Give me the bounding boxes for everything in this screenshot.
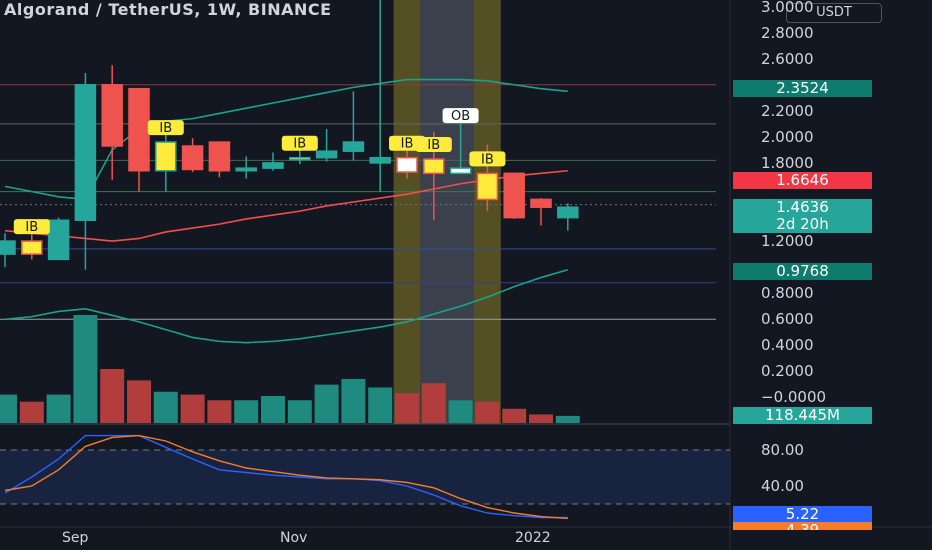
- price-tick-label: 0.4000: [761, 336, 814, 355]
- candle-body: [369, 156, 391, 164]
- price-tick-label: 2.8000: [761, 23, 814, 42]
- price-tick-label: 2.6000: [761, 49, 814, 68]
- ib-marker: IB: [147, 120, 184, 136]
- volume-bar: [314, 384, 339, 423]
- volume-bar: [395, 393, 419, 423]
- oscillator-tick-label: 80.00: [761, 441, 804, 459]
- candle-body: [530, 198, 552, 208]
- stoch-band-fill: [0, 450, 730, 504]
- last-price-label: 1.4636: [733, 199, 872, 216]
- volume-bar: [368, 387, 393, 423]
- highlight-range: [393, 0, 421, 424]
- candle-body: [235, 167, 257, 172]
- price-tick-label: 2.0000: [761, 127, 814, 146]
- oscillator-tick-label: 40.00: [761, 477, 804, 495]
- svg-text:IB: IB: [481, 152, 494, 167]
- candle-body: [476, 172, 499, 201]
- svg-text:IB: IB: [401, 137, 414, 152]
- candle-body: [21, 240, 43, 255]
- candle-body: [74, 84, 97, 221]
- volume-bar: [234, 400, 259, 423]
- price-tick-label: 3.0000: [761, 0, 814, 16]
- lower-band-label: 0.9768: [733, 263, 872, 280]
- volume-bar: [421, 383, 446, 423]
- candle-body: [289, 156, 311, 161]
- candle-body: [262, 162, 284, 169]
- candle-body: [423, 158, 445, 175]
- candle-body: [315, 150, 338, 159]
- volume-bar: [261, 396, 285, 423]
- highlight-range: [474, 0, 501, 424]
- volume-bar: [127, 380, 151, 423]
- symbol-title[interactable]: Algorand / TetherUS, 1W, BINANCE: [4, 0, 332, 19]
- time-tick-label: Sep: [62, 530, 89, 546]
- candle-body: [101, 84, 123, 147]
- svg-text:IB: IB: [25, 220, 38, 235]
- volume-bar: [555, 415, 580, 423]
- volume-bar: [502, 408, 527, 423]
- candle-body: [47, 219, 70, 261]
- stoch-d-label: 4.39: [733, 522, 872, 530]
- highlight-range: [420, 0, 474, 424]
- candle-body: [128, 87, 150, 172]
- candle-body: [342, 141, 365, 152]
- volume-bar: [448, 400, 473, 423]
- candle-body: [396, 156, 418, 173]
- candle-body: [208, 141, 231, 172]
- upper-band-label: 2.3524: [733, 80, 872, 97]
- candle-body: [557, 206, 579, 219]
- price-tick-label: 1.8000: [761, 153, 814, 172]
- ob-marker: OB: [442, 108, 479, 124]
- volume-bar: [287, 400, 312, 423]
- candle-body: [155, 141, 177, 172]
- candle-body: [503, 172, 525, 219]
- time-tick-label: Nov: [280, 530, 308, 546]
- price-tick-label: 2.2000: [761, 101, 814, 120]
- candle-body: [181, 145, 204, 171]
- volume-bar: [0, 394, 17, 423]
- time-tick-label: 2022: [515, 530, 551, 546]
- volume-bar: [19, 401, 44, 423]
- svg-text:IB: IB: [159, 121, 172, 136]
- svg-text:IB: IB: [427, 138, 440, 153]
- volume-bar: [341, 378, 366, 423]
- volume-bar: [153, 391, 178, 423]
- candle-body: [0, 240, 16, 255]
- volume-label: 118.445M: [733, 407, 872, 424]
- volume-bar: [46, 394, 71, 423]
- stoch-k-label: 5.22: [733, 506, 872, 523]
- ib-marker: IB: [281, 135, 318, 152]
- candle-body: [449, 167, 472, 175]
- ib-marker: IB: [415, 137, 452, 153]
- volume-bar: [475, 401, 500, 423]
- volume-bar: [207, 400, 232, 423]
- volume-bar: [529, 414, 553, 423]
- ib-marker: IB: [13, 219, 50, 235]
- price-tick-label: 0.8000: [761, 284, 814, 303]
- countdown-label: 2d 20h: [733, 216, 872, 233]
- price-tick-label: 1.2000: [761, 232, 814, 251]
- volume-bar: [73, 315, 98, 423]
- price-tick-label: 0.6000: [761, 310, 814, 329]
- svg-text:OB: OB: [451, 109, 470, 124]
- price-tick-label: −0.0000: [761, 388, 827, 407]
- volume-bar: [180, 394, 205, 423]
- svg-text:IB: IB: [293, 137, 306, 152]
- volume-bar: [100, 369, 125, 423]
- ib-marker: IB: [469, 151, 506, 167]
- ma-price-label: 1.6646: [733, 172, 872, 189]
- price-tick-label: 0.2000: [761, 362, 814, 381]
